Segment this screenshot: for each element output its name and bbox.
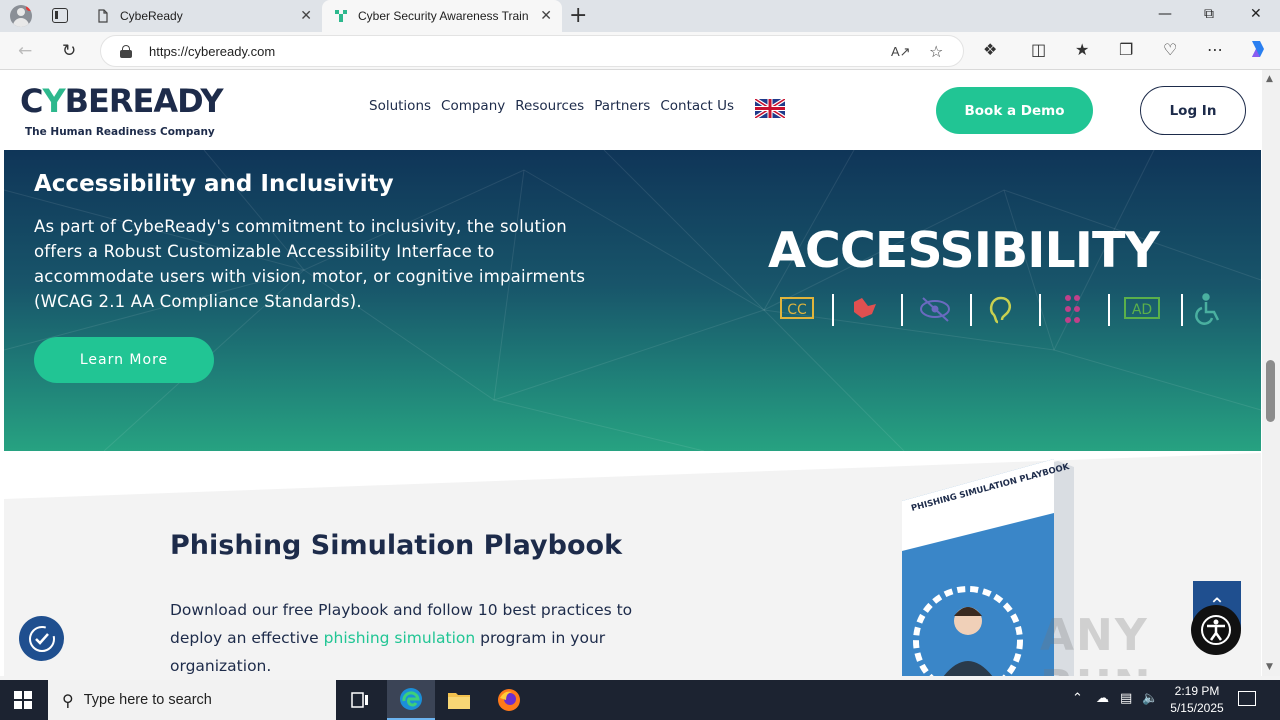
edge-taskbar-icon[interactable] xyxy=(387,680,435,720)
scroll-thumb[interactable] xyxy=(1266,360,1275,422)
new-tab-button[interactable]: + xyxy=(569,3,587,28)
uk-flag-icon[interactable] xyxy=(755,99,785,118)
nav-company[interactable]: Company xyxy=(441,98,505,114)
hero-description: As part of CybeReady's commitment to inc… xyxy=(34,217,586,311)
taskbar-search[interactable]: ⚲ Type here to search xyxy=(48,680,336,720)
logo-tagline: The Human Readiness Company xyxy=(25,126,215,138)
windows-taskbar: ⚲ Type here to search ⌃ ☁ ▤ 🔈 2:19 PM 5/… xyxy=(0,680,1280,720)
tab-close-icon[interactable]: ✕ xyxy=(540,7,552,24)
accessibility-icon-row: CC AD xyxy=(780,293,1220,326)
minimize-icon[interactable]: — xyxy=(1158,6,1172,22)
back-icon[interactable]: ← xyxy=(18,41,32,61)
cc-icon: CC xyxy=(780,297,814,319)
cybeready-favicon-icon xyxy=(334,9,348,23)
ear-icon xyxy=(989,296,1011,324)
url-text: https://cybeready.com xyxy=(149,44,276,59)
audio-description-icon: AD xyxy=(1124,297,1160,319)
phishing-simulation-link[interactable]: phishing simulation xyxy=(324,629,476,647)
page-scrollbar[interactable]: ▲ ▼ xyxy=(1262,70,1280,676)
tab-close-icon[interactable]: ✕ xyxy=(300,7,312,24)
notification-icon[interactable] xyxy=(1238,691,1256,706)
nav-resources[interactable]: Resources xyxy=(515,98,584,114)
profile-avatar-icon[interactable] xyxy=(10,5,32,27)
eye-slash-icon xyxy=(920,297,950,322)
url-field[interactable]: https://cybeready.com A↗ ☆ xyxy=(100,35,964,67)
nav-partners[interactable]: Partners xyxy=(594,98,650,114)
task-view-icon[interactable] xyxy=(336,680,384,720)
onedrive-icon[interactable]: ☁ xyxy=(1096,691,1109,706)
login-button[interactable]: Log In xyxy=(1140,86,1246,135)
search-icon: ⚲ xyxy=(62,690,74,710)
site-header: CYBEREADY The Human Readiness Company So… xyxy=(0,70,1262,150)
tab-actions-icon[interactable] xyxy=(52,8,68,23)
book-a-demo-button[interactable]: Book a Demo xyxy=(936,87,1093,134)
accessibility-widget-button[interactable] xyxy=(19,616,64,661)
favorite-star-icon[interactable]: ☆ xyxy=(929,42,943,61)
firefox-icon[interactable] xyxy=(485,680,533,720)
logo-wordmark: CYBEREADY xyxy=(20,82,224,120)
lock-icon[interactable] xyxy=(120,45,132,58)
tab-title: CybeReady xyxy=(120,9,183,23)
page-icon xyxy=(96,9,110,23)
search-placeholder: Type here to search xyxy=(83,692,212,708)
cybeready-logo[interactable]: CYBEREADY The Human Readiness Company xyxy=(20,80,224,144)
nav-solutions[interactable]: Solutions xyxy=(369,98,431,114)
copilot-icon[interactable] xyxy=(1246,38,1268,64)
playbook-title: Phishing Simulation Playbook xyxy=(170,530,623,561)
svg-text:CC: CC xyxy=(787,302,807,318)
browser-tab-cybeready[interactable]: CybeReady ✕ xyxy=(84,0,322,32)
wheelchair-icon xyxy=(1195,293,1220,325)
nav-contact-us[interactable]: Contact Us xyxy=(660,98,734,114)
scroll-down-icon[interactable]: ▼ xyxy=(1266,662,1273,672)
address-bar-row: ← ↻ https://cybeready.com A↗ ☆ ❖ ◫ ★ ❐ ♡… xyxy=(0,32,1280,70)
clock-time: 2:19 PM xyxy=(1174,684,1220,698)
sign-language-icon xyxy=(854,298,876,318)
main-nav: Solutions Company Resources Partners Con… xyxy=(369,98,734,114)
browser-tab-cyber-security-awareness[interactable]: Cyber Security Awareness Training ✕ xyxy=(322,0,562,32)
tab-title: Cyber Security Awareness Training xyxy=(358,9,528,23)
favorites-icon[interactable]: ★ xyxy=(1075,40,1089,59)
accessibility-menu-button[interactable] xyxy=(1191,605,1241,655)
braille-icon xyxy=(1065,295,1080,323)
read-aloud-icon[interactable]: A↗ xyxy=(891,44,911,60)
extensions-icon[interactable]: ❖ xyxy=(983,40,997,59)
reload-icon[interactable]: ↻ xyxy=(62,41,76,61)
playbook-description: Download our free Playbook and follow 10… xyxy=(170,601,633,675)
browser-essentials-icon[interactable]: ♡ xyxy=(1163,40,1177,59)
collections-icon[interactable]: ❐ xyxy=(1119,40,1133,59)
browser-tab-bar: CybeReady ✕ Cyber Security Awareness Tra… xyxy=(0,0,1280,32)
svg-text:AD: AD xyxy=(1132,302,1152,318)
file-explorer-icon[interactable] xyxy=(435,680,483,720)
more-options-icon[interactable]: ⋯ xyxy=(1207,40,1223,59)
window-close-icon[interactable]: ✕ xyxy=(1250,6,1262,22)
accessibility-hero: Accessibility and Inclusivity As part of… xyxy=(4,150,1261,451)
accessibility-banner-title: ACCESSIBILITY xyxy=(768,222,1160,279)
split-screen-icon[interactable]: ◫ xyxy=(1031,40,1046,59)
accessibility-check-icon xyxy=(28,625,55,652)
windows-start-icon[interactable] xyxy=(14,691,32,709)
hero-title: Accessibility and Inclusivity xyxy=(34,171,394,197)
restore-icon[interactable]: ⧉ xyxy=(1204,6,1214,22)
clock-date: 5/15/2025 xyxy=(1170,701,1224,715)
volume-icon[interactable]: 🔈 xyxy=(1142,691,1158,706)
taskbar-clock[interactable]: 2:19 PM 5/15/2025 xyxy=(1162,683,1232,717)
learn-more-button[interactable]: Learn More xyxy=(34,337,214,383)
scroll-up-icon[interactable]: ▲ xyxy=(1266,74,1273,84)
tray-expand-icon[interactable]: ⌃ xyxy=(1072,691,1083,706)
accessibility-person-icon xyxy=(1201,615,1231,645)
page-viewport: CYBEREADY The Human Readiness Company So… xyxy=(0,70,1262,676)
network-icon[interactable]: ▤ xyxy=(1120,691,1132,706)
